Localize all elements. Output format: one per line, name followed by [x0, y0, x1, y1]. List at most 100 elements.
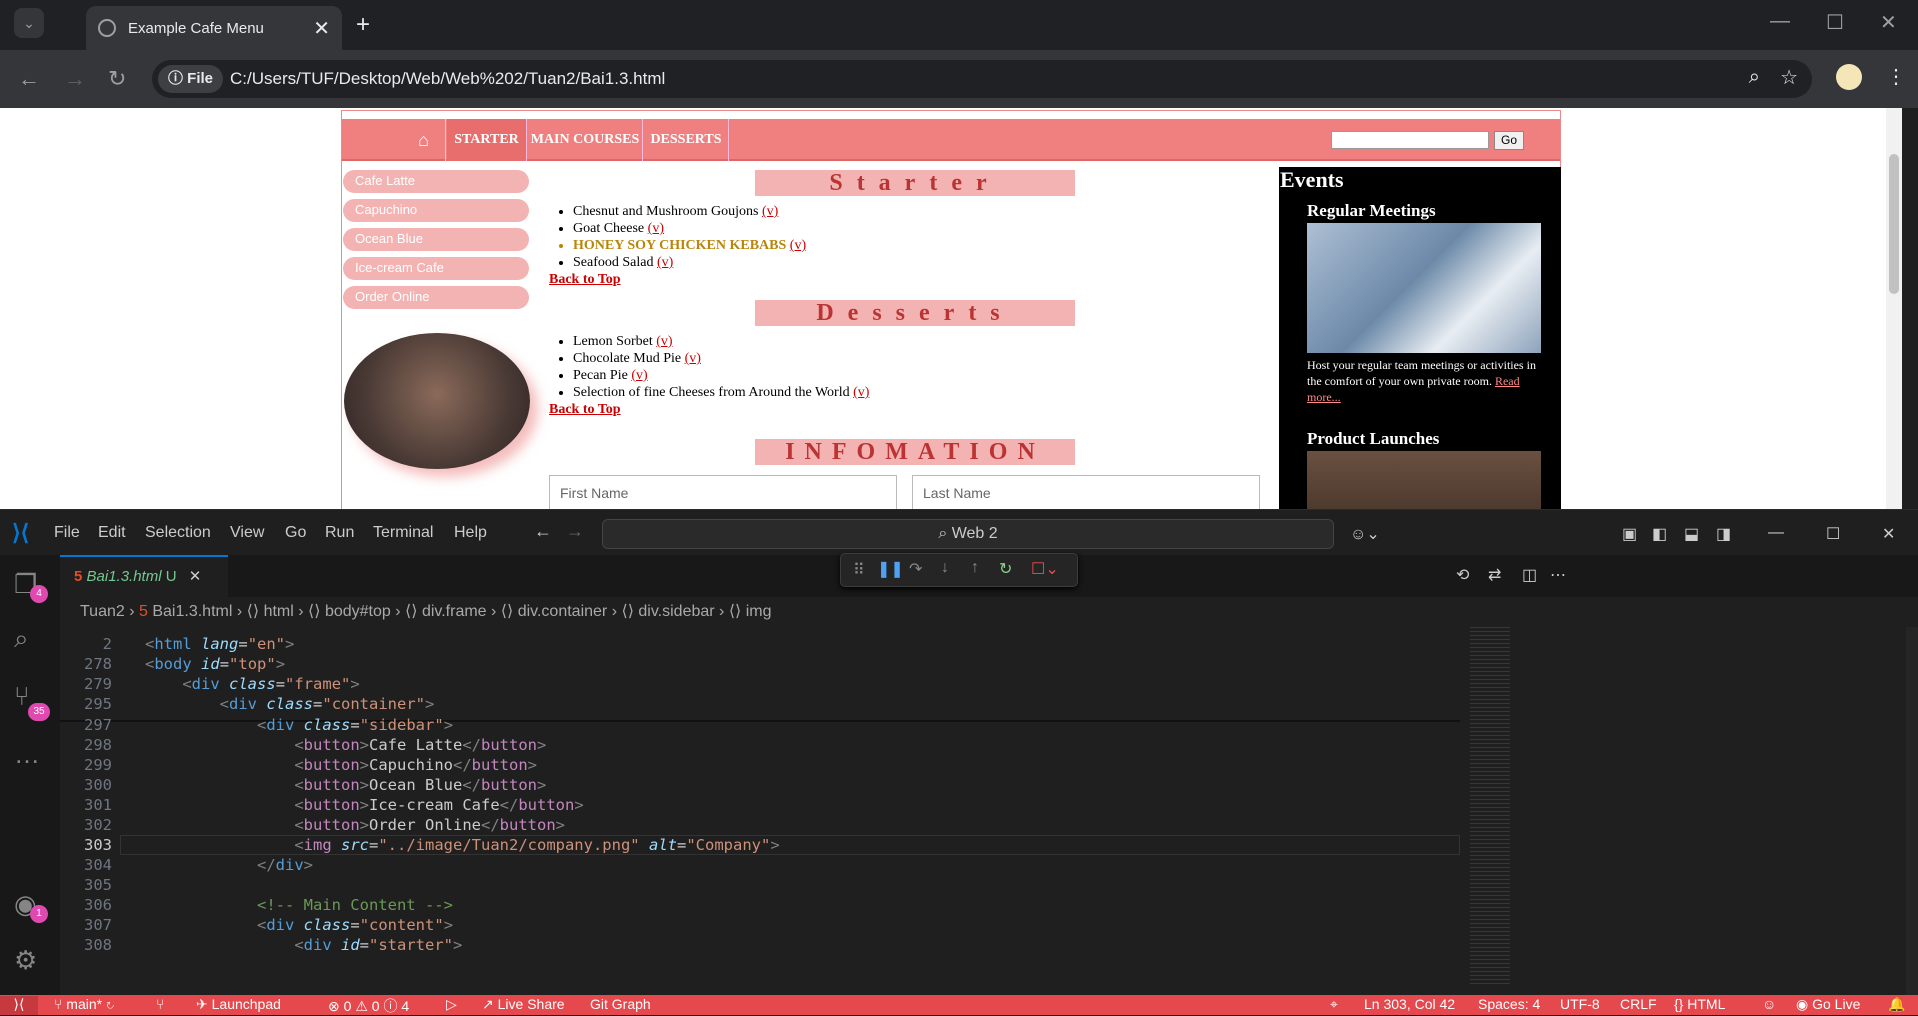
last-name-input[interactable]: Last Name [912, 475, 1260, 509]
close-window-icon[interactable]: ✕ [1880, 10, 1897, 35]
run-icon[interactable]: ▷ [446, 996, 457, 1013]
editor-tab[interactable]: 5 Bai1.3.html U ✕ [60, 555, 228, 597]
more-actions-icon[interactable]: ⋯ [1550, 565, 1566, 585]
location-icon[interactable]: ⌖ [1330, 996, 1338, 1013]
back-icon[interactable]: ← [534, 521, 552, 542]
menu-file[interactable]: File [54, 524, 80, 542]
back-icon[interactable]: ← [18, 66, 40, 92]
restart-icon[interactable]: ↻ [999, 559, 1012, 579]
breadcrumb-item[interactable]: Tuan2 [80, 603, 125, 620]
open-changes-icon[interactable]: ⇄ [1488, 565, 1501, 585]
close-tab-icon[interactable]: ✕ [189, 568, 202, 585]
home-icon[interactable]: ⌂ [402, 119, 446, 161]
page-scrollbar[interactable] [1886, 108, 1902, 509]
minimap[interactable] [1460, 627, 1560, 995]
settings-gear-icon[interactable]: ⚙ [14, 945, 37, 976]
menu-selection[interactable]: Selection [145, 524, 211, 542]
sidebar-button-order-online[interactable]: Order Online [343, 286, 529, 309]
minimize-icon[interactable]: — [1770, 10, 1790, 33]
breadcrumb-item[interactable]: html [264, 603, 294, 620]
timeline-icon[interactable]: ⟲ [1456, 565, 1469, 585]
copilot-icon[interactable]: ☺⌄ [1350, 524, 1380, 544]
forward-icon[interactable]: → [64, 66, 86, 92]
source-control-icon[interactable]: ⑂ [14, 681, 30, 712]
vegetarian-link[interactable]: (v) [790, 238, 806, 253]
vegetarian-link[interactable]: (v) [685, 351, 701, 366]
toggle-secondary-sidebar-icon[interactable]: ◨ [1716, 524, 1731, 544]
nav-starter[interactable]: STARTER [447, 119, 527, 161]
notifications-icon[interactable]: 🔔 [1888, 996, 1905, 1013]
breadcrumb-item[interactable]: div.sidebar [638, 603, 714, 620]
close-tab-icon[interactable]: ✕ [313, 16, 330, 41]
forward-icon[interactable]: → [566, 521, 584, 542]
cursor-position[interactable]: Ln 303, Col 42 [1364, 996, 1455, 1012]
launchpad-item[interactable]: ✈ Launchpad [196, 996, 281, 1013]
menu-edit[interactable]: Edit [98, 524, 126, 542]
new-tab-icon[interactable]: + [356, 11, 370, 39]
more-menu-icon[interactable]: ⋮ [1886, 64, 1906, 89]
vegetarian-link[interactable]: (v) [657, 255, 673, 270]
sidebar-button-cafe-latte[interactable]: Cafe Latte [343, 170, 529, 193]
step-into-icon[interactable]: ↓ [941, 559, 949, 577]
live-share-item[interactable]: ↗ Live Share [482, 996, 565, 1013]
menu-terminal[interactable]: Terminal [373, 524, 433, 542]
zoom-icon[interactable]: ⌕ [1749, 66, 1760, 89]
first-name-input[interactable]: First Name [549, 475, 897, 509]
go-button[interactable]: Go [1494, 131, 1524, 150]
scrollbar-thumb[interactable] [1889, 154, 1899, 294]
git-graph-item[interactable]: Git Graph [590, 996, 651, 1012]
vegetarian-link[interactable]: (v) [853, 385, 869, 400]
stop-icon[interactable]: ☐⌄ [1031, 559, 1059, 579]
nav-main-courses[interactable]: MAIN COURSES [528, 119, 643, 161]
back-to-top-link[interactable]: Back to Top [549, 402, 621, 418]
more-icon[interactable]: … [14, 739, 40, 770]
bookmark-star-icon[interactable]: ☆ [1780, 65, 1798, 90]
breadcrumb-item[interactable]: body#top [325, 603, 391, 620]
avatar[interactable] [1836, 64, 1862, 90]
breadcrumb-item[interactable]: Bai1.3.html [152, 603, 232, 620]
minimize-icon[interactable]: — [1768, 524, 1784, 542]
breadcrumb-item[interactable]: img [746, 603, 772, 620]
editor-scrollbar[interactable] [1906, 627, 1918, 995]
drag-handle-icon[interactable]: ⠿ [853, 560, 865, 580]
breadcrumb-item[interactable]: div.container [518, 603, 608, 620]
language-mode[interactable]: {} HTML [1674, 996, 1725, 1012]
close-window-icon[interactable]: ✕ [1882, 524, 1895, 544]
split-editor-icon[interactable]: ◫ [1522, 565, 1537, 585]
encoding[interactable]: UTF-8 [1560, 996, 1600, 1012]
search-icon[interactable]: ⌕ [14, 623, 29, 655]
vegetarian-link[interactable]: (v) [631, 368, 647, 383]
copilot-icon[interactable]: ☺ [1762, 996, 1776, 1012]
menu-go[interactable]: Go [285, 524, 306, 542]
branch-item[interactable]: ⑂ main* ↻ [54, 996, 114, 1012]
line-endings[interactable]: CRLF [1620, 996, 1657, 1012]
address-bar[interactable]: ⓘ File C:/Users/TUF/Desktop/Web/Web%202/… [152, 60, 1812, 98]
reload-icon[interactable]: ↻ [108, 66, 126, 92]
browser-tab[interactable]: Example Cafe Menu ✕ [86, 6, 342, 50]
breadcrumb-item[interactable]: div.frame [422, 603, 487, 620]
sidebar-button-capuchino[interactable]: Capuchino [343, 199, 529, 222]
menu-run[interactable]: Run [325, 524, 354, 542]
nav-desserts[interactable]: DESSERTS [644, 119, 729, 161]
step-over-icon[interactable]: ↷ [909, 559, 922, 579]
indentation[interactable]: Spaces: 4 [1478, 996, 1540, 1012]
vegetarian-link[interactable]: (v) [762, 204, 778, 219]
vegetarian-link[interactable]: (v) [656, 334, 672, 349]
vegetarian-link[interactable]: (v) [648, 221, 664, 236]
site-info-chip[interactable]: ⓘ File [158, 65, 224, 93]
problems-item[interactable]: ⊗ 0 ⚠ 0 ⓘ 4 [328, 996, 409, 1016]
back-to-top-link[interactable]: Back to Top [549, 272, 621, 288]
step-out-icon[interactable]: ↑ [971, 559, 979, 577]
toggle-sidebar-icon[interactable]: ◧ [1652, 524, 1667, 544]
code-editor[interactable]: 2 <html lang="en"> 278 <body id="top"> 2… [60, 627, 1918, 995]
search-input[interactable] [1331, 131, 1489, 149]
menu-view[interactable]: View [230, 524, 264, 542]
go-live-item[interactable]: ◉ Go Live [1796, 996, 1860, 1013]
remote-icon[interactable]: ⟩⟨ [0, 996, 38, 1015]
command-center[interactable]: ⌕ Web 2 [602, 519, 1334, 549]
toggle-panel-icon[interactable]: ⬓ [1684, 524, 1699, 544]
maximize-icon[interactable]: ☐ [1826, 524, 1840, 544]
sidebar-button-ocean-blue[interactable]: Ocean Blue [343, 228, 529, 251]
tab-search-icon[interactable]: ⌄ [14, 8, 44, 38]
layout-icon[interactable]: ▣ [1622, 524, 1637, 544]
